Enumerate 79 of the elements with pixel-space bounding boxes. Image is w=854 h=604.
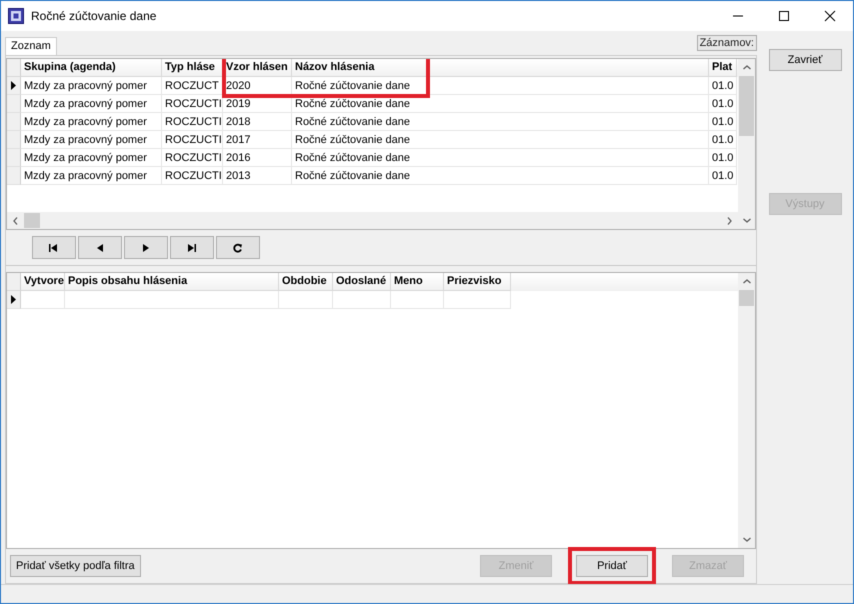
table-cell: 01.0 xyxy=(709,95,737,113)
app-icon xyxy=(8,8,24,24)
navigation-button[interactable] xyxy=(170,236,214,259)
table-cell: ROCZUCTI xyxy=(162,149,223,167)
column-header[interactable]: Obdobie xyxy=(279,273,333,291)
table-cell: 01.0 xyxy=(709,77,737,95)
scroll-down-icon[interactable] xyxy=(742,537,750,542)
table-cell: Mzdy za pracovný pomer xyxy=(21,167,162,185)
table-cell: Ročné zúčtovanie dane xyxy=(292,167,709,185)
table-cell xyxy=(21,291,65,309)
table-cell xyxy=(279,291,333,309)
horizontal-scrollbar[interactable] xyxy=(7,212,738,229)
scroll-down-icon[interactable] xyxy=(742,218,750,223)
table-cell: 01.0 xyxy=(709,149,737,167)
column-header[interactable]: Typ hláse xyxy=(162,59,223,77)
table-cell: 2020 xyxy=(223,77,292,95)
column-header[interactable]: Meno xyxy=(391,273,444,291)
table-cell: Ročné zúčtovanie dane xyxy=(292,95,709,113)
scroll-thumb[interactable] xyxy=(739,290,754,306)
arrow-icon xyxy=(48,242,60,252)
scroll-thumb[interactable] xyxy=(24,213,40,228)
side-button[interactable]: Zavrieť xyxy=(768,49,842,71)
scroll-up-icon[interactable] xyxy=(742,279,750,284)
navigation-button[interactable] xyxy=(32,236,76,259)
table-cell xyxy=(333,291,391,309)
table-cell: ROCZUCT xyxy=(162,77,223,95)
navigation-button[interactable] xyxy=(78,236,122,259)
table-cell: Mzdy za pracovný pomer xyxy=(21,131,162,149)
table-cell: 2016 xyxy=(223,149,292,167)
table-cell: 2017 xyxy=(223,131,292,149)
table-cell: ROCZUCTI xyxy=(162,113,223,131)
table-cell: Mzdy za pracovný pomer xyxy=(21,113,162,131)
table-cell: Ročné zúčtovanie dane xyxy=(292,77,709,95)
vertical-scrollbar[interactable] xyxy=(738,59,755,229)
row-indicator[interactable] xyxy=(7,77,21,95)
column-header[interactable]: Priezvisko xyxy=(444,273,511,291)
table-cell: 01.0 xyxy=(709,131,737,149)
column-header[interactable]: Popis obsahu hlásenia xyxy=(65,273,279,291)
scroll-up-icon[interactable] xyxy=(742,65,750,70)
table-cell xyxy=(391,291,444,309)
window-title: Ročné zúčtovanie dane xyxy=(31,9,156,23)
scroll-thumb[interactable] xyxy=(739,76,754,136)
table-cell: 2018 xyxy=(223,113,292,131)
current-row-icon xyxy=(11,81,16,90)
table-cell: Ročné zúčtovanie dane xyxy=(292,131,709,149)
action-button[interactable]: Pridať xyxy=(576,555,648,577)
refresh-icon xyxy=(232,242,244,252)
maximize-icon[interactable] xyxy=(778,10,790,22)
vertical-scrollbar[interactable] xyxy=(738,273,755,548)
table-cell: 2019 xyxy=(223,95,292,113)
close-icon[interactable] xyxy=(824,10,836,22)
table-cell: Mzdy za pracovný pomer xyxy=(21,77,162,95)
navigation-button[interactable] xyxy=(124,236,168,259)
table-cell xyxy=(444,291,511,309)
refresh-button[interactable] xyxy=(216,236,260,259)
record-count: Záznamov: xyxy=(696,35,757,51)
column-header[interactable]: Vzor hlásen xyxy=(223,59,292,77)
table-cell: ROCZUCTI xyxy=(162,131,223,149)
column-header[interactable]: Plat xyxy=(709,59,737,77)
table-cell: Ročné zúčtovanie dane xyxy=(292,149,709,167)
table-cell: Mzdy za pracovný pomer xyxy=(21,149,162,167)
scroll-right-icon[interactable] xyxy=(727,216,732,224)
current-row-icon xyxy=(11,295,16,304)
row-indicator[interactable] xyxy=(7,291,21,309)
column-header[interactable]: Názov hlásenia xyxy=(292,59,709,77)
table-cell: 2013 xyxy=(223,167,292,185)
column-header[interactable]: Odoslané xyxy=(333,273,391,291)
table-cell: Ročné zúčtovanie dane xyxy=(292,113,709,131)
scroll-left-icon[interactable] xyxy=(13,216,18,224)
tab[interactable]: Zoznam xyxy=(5,37,57,55)
table-cell: Mzdy za pracovný pomer xyxy=(21,95,162,113)
action-button[interactable]: Pridať všetky podľa filtra xyxy=(10,555,141,577)
column-header[interactable]: Vytvore xyxy=(21,273,65,291)
table-cell: ROCZUCTI xyxy=(162,167,223,185)
table-cell: 01.0 xyxy=(709,113,737,131)
table-cell: ROCZUCTI xyxy=(162,95,223,113)
arrow-icon xyxy=(186,242,198,252)
table-cell: 01.0 xyxy=(709,167,737,185)
column-header[interactable]: Skupina (agenda) xyxy=(21,59,162,77)
